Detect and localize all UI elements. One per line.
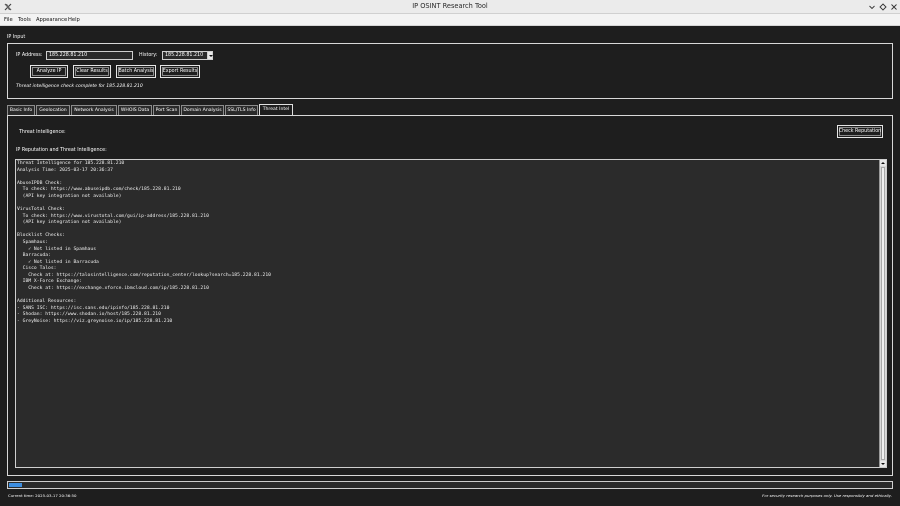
threat-intel-heading: Threat Intelligence:	[19, 130, 66, 135]
menu-file[interactable]: File	[4, 17, 13, 23]
check-reputation-button[interactable]: Check Reputation	[837, 125, 883, 138]
reputation-section-label: IP Reputation and Threat Intelligence:	[16, 148, 107, 153]
history-dropdown-arrow-icon[interactable]	[207, 51, 213, 60]
tab-geolocation[interactable]: Geolocation	[36, 105, 70, 115]
history-label: History:	[139, 53, 158, 58]
minimize-icon[interactable]	[868, 3, 876, 11]
threat-intel-output-text: Threat Intelligence for 185.228.81.210 A…	[17, 161, 271, 324]
window-title: IP OSINT Research Tool	[412, 2, 488, 10]
scroll-down-arrow-icon[interactable]	[880, 461, 886, 467]
menu-bar: File Tools Appearance Help	[0, 14, 900, 26]
threat-intel-panel: Threat Intelligence: Check Reputation IP…	[7, 115, 893, 476]
progress-bar-fill	[9, 483, 23, 487]
tab-domain-analysis[interactable]: Domain Analysis	[181, 105, 224, 115]
maximize-icon[interactable]	[879, 3, 887, 11]
output-scrollbar[interactable]	[879, 160, 886, 467]
ip-input-frame: IP Address: 185.228.81.210 History: 185.…	[7, 43, 893, 99]
history-combobox[interactable]: 185.228.81.210	[162, 51, 208, 60]
tab-threat-intel[interactable]: Threat Intel	[259, 104, 293, 115]
scroll-up-arrow-icon[interactable]	[880, 160, 886, 166]
status-message: Threat intelligence check complete for 1…	[16, 84, 143, 89]
tab-whois-data[interactable]: WHOIS Data	[118, 105, 152, 115]
main-area: IP Input IP Address: 185.228.81.210 Hist…	[0, 26, 900, 506]
title-bar: IP OSINT Research Tool	[0, 0, 900, 14]
menu-help[interactable]: Help	[68, 17, 80, 23]
analyze-ip-button[interactable]: Analyze IP	[30, 65, 68, 78]
menu-appearance[interactable]: Appearance	[36, 17, 67, 23]
current-time-label: Current time: 2025-03-17 20:36:50	[8, 493, 77, 498]
tab-ssl-tls-info[interactable]: SSL/TLS Info	[225, 105, 258, 115]
progress-bar	[7, 481, 893, 489]
clear-results-button[interactable]: Clear Results	[73, 65, 111, 78]
tab-basic-info[interactable]: Basic Info	[7, 105, 35, 115]
ip-address-input[interactable]: 185.228.81.210	[46, 51, 133, 60]
tab-port-scan[interactable]: Port Scan	[153, 105, 180, 115]
batch-analysis-button[interactable]: Batch Analysis	[116, 65, 156, 78]
tab-network-analysis[interactable]: Network Analysis	[71, 105, 117, 115]
close-icon[interactable]	[890, 3, 898, 11]
export-results-button[interactable]: Export Results	[160, 65, 200, 78]
scrollbar-thumb[interactable]	[881, 167, 885, 460]
threat-intel-output[interactable]: Threat Intelligence for 185.228.81.210 A…	[15, 159, 887, 468]
menu-tools[interactable]: Tools	[18, 17, 31, 23]
ip-input-frame-label: IP Input	[7, 35, 26, 40]
disclaimer-label: For security research purposes only. Use…	[762, 493, 892, 498]
ip-address-label: IP Address:	[16, 53, 43, 58]
